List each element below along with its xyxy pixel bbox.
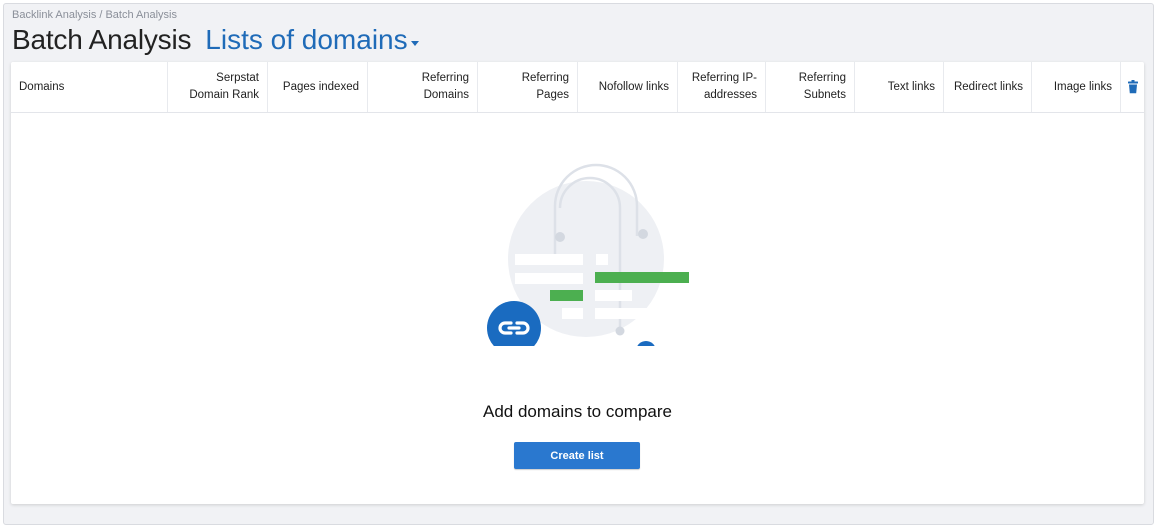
table-header: Domains Serpstat Domain Rank Pages index… xyxy=(11,62,1144,113)
breadcrumb-item-batch-analysis: Batch Analysis xyxy=(105,9,177,21)
column-header-pages-indexed[interactable]: Pages indexed xyxy=(268,62,368,112)
column-header-serpstat-domain-rank[interactable]: Serpstat Domain Rank xyxy=(168,62,268,112)
list-selector-label: Lists of domains xyxy=(205,24,408,55)
column-header-domains[interactable]: Domains xyxy=(11,62,168,112)
create-list-button[interactable]: Create list xyxy=(514,442,640,469)
column-header-referring-ip-addresses[interactable]: Referring IP-addresses xyxy=(678,62,766,112)
list-selector-dropdown[interactable]: Lists of domains xyxy=(205,24,419,56)
caret-down-icon xyxy=(410,40,419,46)
title-row: Batch Analysis Lists of domains xyxy=(12,24,419,56)
trash-icon xyxy=(1127,80,1138,94)
column-header-text-links[interactable]: Text links xyxy=(855,62,944,112)
empty-state-message: Add domains to compare xyxy=(483,402,672,421)
empty-state: IP Add domains to compare Create list xyxy=(11,114,1144,504)
breadcrumb: Backlink Analysis / Batch Analysis xyxy=(12,9,177,21)
column-header-referring-subnets[interactable]: Referring Subnets xyxy=(766,62,855,112)
column-header-referring-pages[interactable]: Referring Pages xyxy=(478,62,578,112)
column-header-redirect-links[interactable]: Redirect links xyxy=(944,62,1032,112)
breadcrumb-separator: / xyxy=(99,9,103,21)
breadcrumb-item-backlink-analysis[interactable]: Backlink Analysis xyxy=(12,9,96,21)
delete-column-button[interactable] xyxy=(1121,62,1144,112)
page-title: Batch Analysis xyxy=(12,24,192,55)
results-panel: Domains Serpstat Domain Rank Pages index… xyxy=(11,62,1144,504)
app-frame: Backlink Analysis / Batch Analysis Batch A… xyxy=(3,3,1154,525)
column-header-nofollow-links[interactable]: Nofollow links xyxy=(578,62,678,112)
column-header-referring-domains[interactable]: Referring Domains xyxy=(368,62,478,112)
link-illustration: IP xyxy=(487,163,689,346)
column-header-image-links[interactable]: Image links xyxy=(1032,62,1121,112)
